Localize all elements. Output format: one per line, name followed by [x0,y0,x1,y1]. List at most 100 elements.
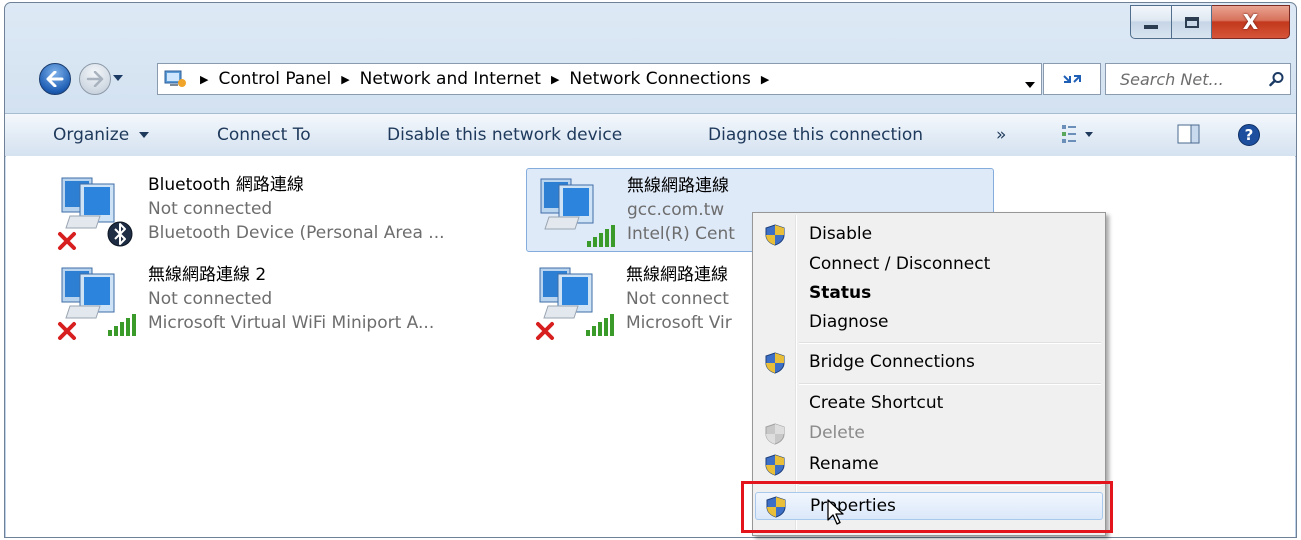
menu-item-disable[interactable]: Disable [755,221,1103,249]
connection-text: 無線網路連線 2 Not connected Microsoft Virtual… [148,263,434,335]
search-icon[interactable] [1264,71,1290,87]
connection-status: Not connect [626,289,729,309]
uac-shield-icon [765,454,785,476]
svg-text:?: ? [1245,126,1254,144]
minimize-button[interactable] [1130,5,1172,39]
menu-separator [799,342,1101,344]
close-button[interactable]: X [1212,5,1290,39]
recent-pages-dropdown[interactable] [111,67,125,89]
search-input[interactable]: Search Net... [1105,63,1291,95]
maximize-icon [1184,16,1199,28]
menu-separator [799,383,1101,385]
organize-button[interactable]: Organize [53,125,149,145]
network-adapter-icon [58,177,133,250]
breadcrumb-separator-icon[interactable]: ▶ [335,73,355,86]
caption-buttons: X [1130,5,1290,39]
menu-item-rename[interactable]: Rename [755,451,1103,479]
menu-item-create-shortcut[interactable]: Create Shortcut [755,390,1103,418]
menu-item-status[interactable]: Status [755,280,1103,308]
connection-item-wireless-2[interactable]: 無線網路連線 2 Not connected Microsoft Virtual… [48,258,516,342]
refresh-icon [1063,75,1081,83]
disconnected-x-icon [536,322,554,340]
connection-item-bluetooth[interactable]: Bluetooth 網路連線 Not connected Bluetooth D… [48,168,516,252]
command-bar: Organize Connect To Disable this network… [5,113,1296,157]
breadcrumb-separator-icon[interactable]: ▶ [545,73,565,86]
chevron-down-icon [1025,82,1035,88]
minimize-icon [1144,25,1158,29]
connection-device: Bluetooth Device (Personal Area ... [148,223,445,243]
breadcrumb-network-connections[interactable]: Network Connections [565,69,754,89]
menu-item-connect-disconnect[interactable]: Connect / Disconnect [755,251,1103,279]
view-options-icon [1062,125,1093,143]
close-icon: X [1242,10,1259,34]
preview-pane-button[interactable] [1177,123,1201,150]
more-commands-button[interactable]: » [996,125,1006,145]
network-adapter-icon [58,267,136,340]
breadcrumb-network-and-internet[interactable]: Network and Internet [356,69,545,89]
menu-item-label: Rename [809,454,879,474]
connection-name: 無線網路連線 2 [148,265,267,285]
diagnose-connection-button[interactable]: Diagnose this connection [708,125,923,145]
refresh-button[interactable] [1043,63,1101,95]
connection-name: 無線網路連線 [626,265,728,285]
menu-item-label: Delete [809,423,865,443]
uac-shield-icon [765,352,785,374]
back-arrow-icon [46,71,64,87]
mouse-pointer-icon [827,499,844,525]
connection-status: Not connected [148,289,273,309]
connection-status: gcc.com.tw [627,200,725,220]
connection-name: Bluetooth 網路連線 [148,175,304,195]
breadcrumb-separator-icon[interactable]: ▶ [194,73,214,86]
disconnected-x-icon [58,322,76,340]
breadcrumb-separator-icon[interactable]: ▶ [755,73,775,86]
menu-item-label: Connect / Disconnect [809,254,991,274]
address-history-dropdown[interactable] [1025,73,1035,93]
connection-status: Not connected [148,199,273,219]
control-panel-icon [164,70,186,87]
forward-arrow-icon [86,71,104,87]
disconnected-x-icon [58,232,76,250]
signal-bars-icon [586,314,614,336]
menu-item-label: Status [809,283,872,303]
connection-text: 無線網路連線 gcc.com.tw Intel(R) Cent [627,174,735,246]
menu-item-diagnose[interactable]: Diagnose [755,309,1103,337]
breadcrumb: ▶ Control Panel ▶ Network and Internet ▶… [188,69,775,89]
address-bar[interactable]: ▶ Control Panel ▶ Network and Internet ▶… [157,63,1042,95]
connection-text: Bluetooth 網路連線 Not connected Bluetooth D… [148,173,445,245]
bluetooth-icon [107,221,133,247]
connect-to-button[interactable]: Connect To [217,125,311,145]
connection-device: Microsoft Vir [626,313,732,333]
signal-bars-icon [587,225,615,247]
connection-item-wireless-virtual[interactable]: 無線網路連線 Not connect Microsoft Vir [526,258,756,342]
chevron-down-icon [113,75,123,81]
properties-highlight-box [741,481,1113,533]
network-adapter-icon [536,267,614,340]
back-button[interactable] [39,63,71,95]
help-icon: ? [1238,124,1260,146]
breadcrumb-control-panel[interactable]: Control Panel [214,69,335,89]
menu-item-delete: Delete [755,420,1103,448]
uac-shield-icon [765,423,785,445]
network-adapter-icon [540,178,615,247]
maximize-button[interactable] [1172,5,1212,39]
connection-device: Microsoft Virtual WiFi Miniport A... [148,313,435,333]
chevron-down-icon [138,132,149,138]
menu-item-label: Diagnose [809,312,889,332]
help-button[interactable]: ? [1237,123,1261,152]
menu-item-label: Create Shortcut [809,393,944,413]
menu-item-label: Disable [809,224,873,244]
preview-pane-icon [1177,124,1200,144]
menu-item-label: Bridge Connections [809,352,975,372]
uac-shield-icon [765,224,785,246]
forward-button[interactable] [79,63,111,95]
connection-text: 無線網路連線 Not connect Microsoft Vir [626,263,732,335]
menu-item-bridge-connections[interactable]: Bridge Connections [755,349,1103,377]
organize-label: Organize [53,125,130,145]
change-view-button[interactable] [1061,123,1097,150]
connection-device: Intel(R) Cent [627,224,735,244]
address-row: ▶ Control Panel ▶ Network and Internet ▶… [5,59,1296,101]
search-placeholder: Search Net... [1120,69,1224,89]
signal-bars-icon [108,314,136,336]
connection-name: 無線網路連線 [627,176,729,196]
disable-device-button[interactable]: Disable this network device [387,125,622,145]
